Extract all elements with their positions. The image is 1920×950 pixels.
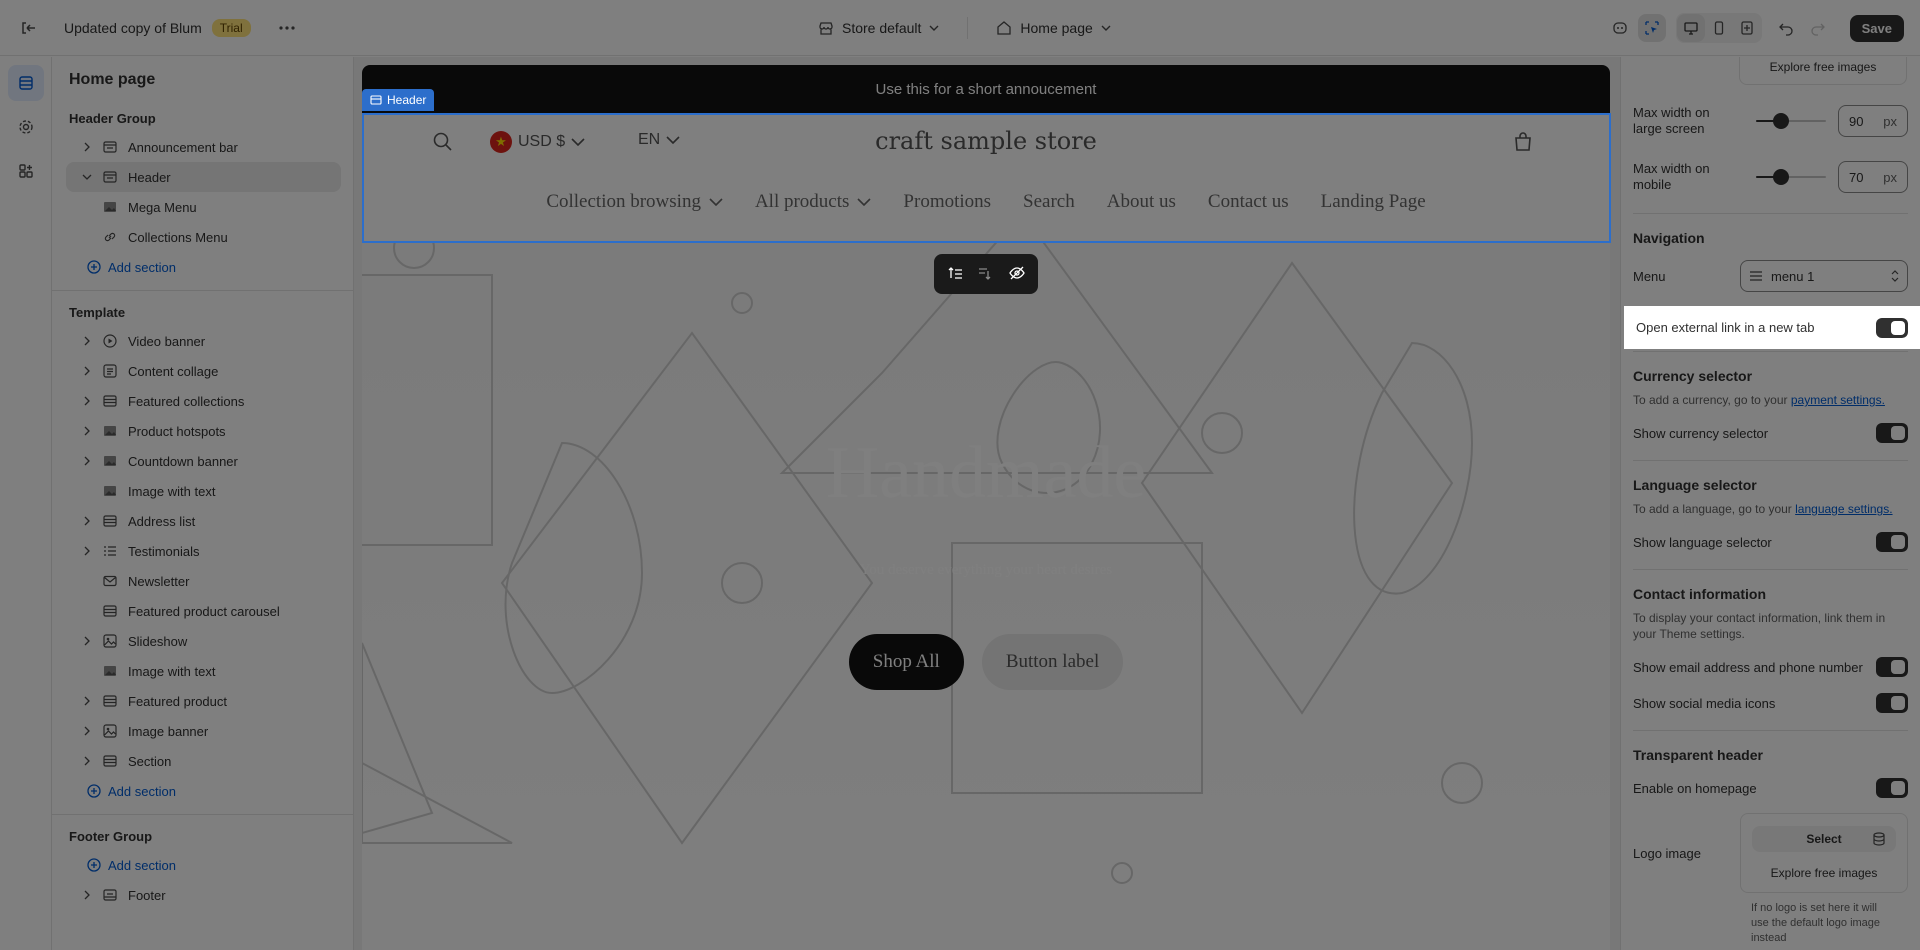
eye-off-icon xyxy=(1008,266,1025,279)
open-external-link-toggle[interactable] xyxy=(1876,317,1908,338)
move-up-icon xyxy=(948,266,963,279)
modal-dim-overlay xyxy=(0,349,1920,950)
section-floating-toolbar xyxy=(934,254,1038,294)
move-down-button[interactable] xyxy=(978,266,994,283)
selected-section-label: Header xyxy=(387,93,427,107)
move-down-icon xyxy=(978,267,991,280)
section-icon xyxy=(370,95,382,105)
modal-dim-overlay xyxy=(0,306,1624,349)
selected-section-tag: Header xyxy=(362,89,435,111)
selected-section-outline xyxy=(362,113,1611,243)
hide-section-button[interactable] xyxy=(1008,266,1025,283)
open-external-link-row: Open external link in a new tab xyxy=(1624,306,1920,349)
open-external-link-label: Open external link in a new tab xyxy=(1636,320,1815,335)
move-up-button[interactable] xyxy=(947,266,963,283)
